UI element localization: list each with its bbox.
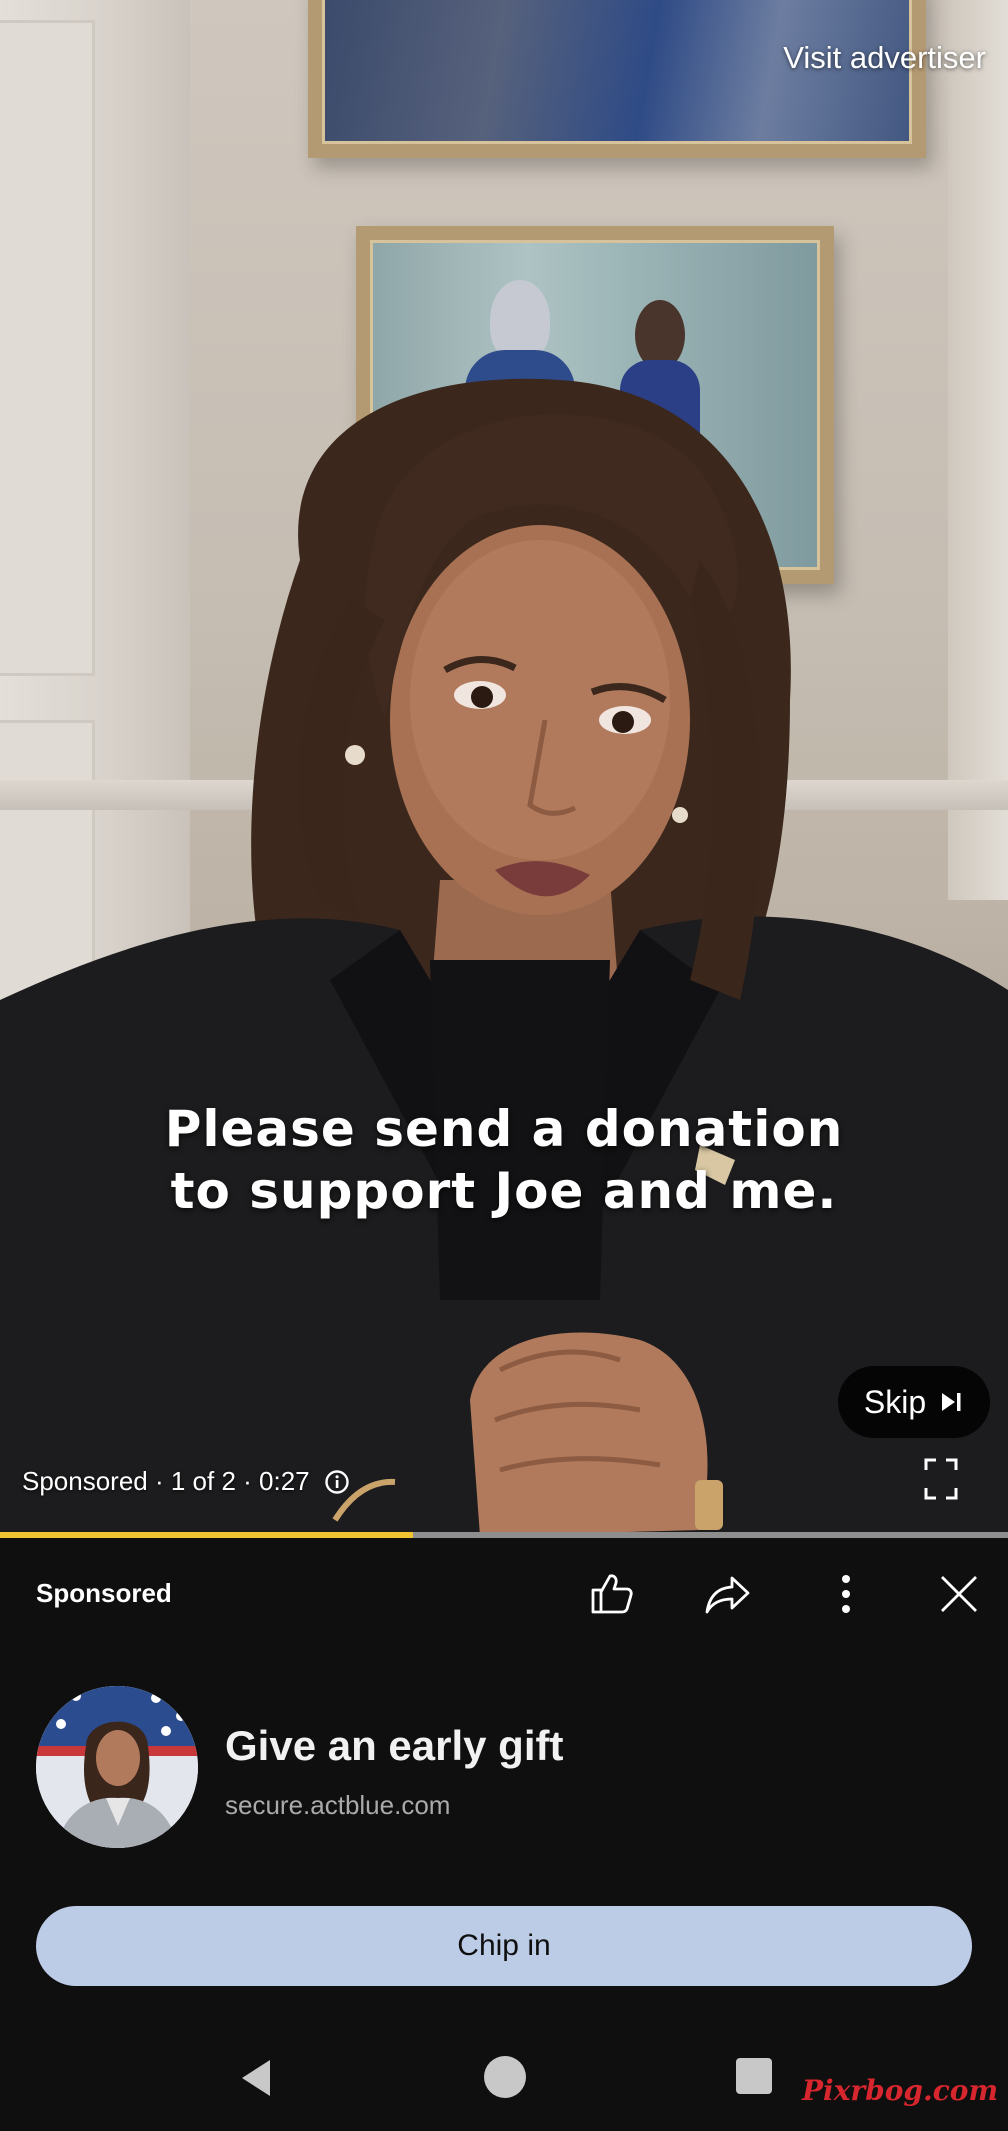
more-vert-icon — [842, 1575, 850, 1613]
skip-ad-button[interactable]: Skip — [838, 1366, 990, 1438]
chip-in-button[interactable]: Chip in — [36, 1906, 972, 1986]
share-button[interactable] — [702, 1568, 754, 1620]
ad-meta: Sponsored · 1 of 2 · 0:27 — [22, 1466, 350, 1497]
ad-title[interactable]: Give an early gift — [225, 1722, 563, 1770]
close-icon — [941, 1576, 977, 1612]
advertiser-avatar[interactable] — [36, 1686, 198, 1848]
thumbs-up-icon — [591, 1574, 633, 1614]
sponsored-label: Sponsored — [36, 1578, 172, 1608]
speaker-figure — [0, 378, 1008, 1536]
close-ad-button[interactable] — [933, 1568, 985, 1620]
caption-line: Please send a donation — [164, 1100, 844, 1158]
info-icon[interactable] — [324, 1469, 350, 1495]
ad-url: secure.actblue.com — [225, 1790, 451, 1820]
skip-next-icon — [942, 1393, 961, 1411]
ad-meta-text: Sponsored · 1 of 2 · 0:27 — [22, 1466, 310, 1496]
more-options-button[interactable] — [820, 1568, 872, 1620]
avatar-image — [36, 1686, 198, 1848]
skip-label: Skip — [863, 1383, 927, 1420]
video-caption: Please send a donation to support Joe an… — [0, 1098, 1008, 1222]
home-icon[interactable] — [484, 2056, 526, 2098]
video-player[interactable]: Please send a donation to support Joe an… — [0, 0, 1008, 1536]
like-button[interactable] — [585, 1568, 637, 1620]
recents-icon[interactable] — [736, 2058, 772, 2094]
caption-line: to support Joe and me. — [170, 1162, 838, 1220]
watermark: Pixrbog.com — [802, 2074, 999, 2107]
share-icon — [705, 1576, 750, 1614]
back-icon[interactable] — [236, 2056, 276, 2100]
visit-advertiser-link[interactable]: Visit advertiser — [783, 40, 986, 76]
fullscreen-icon[interactable] — [924, 1458, 958, 1500]
